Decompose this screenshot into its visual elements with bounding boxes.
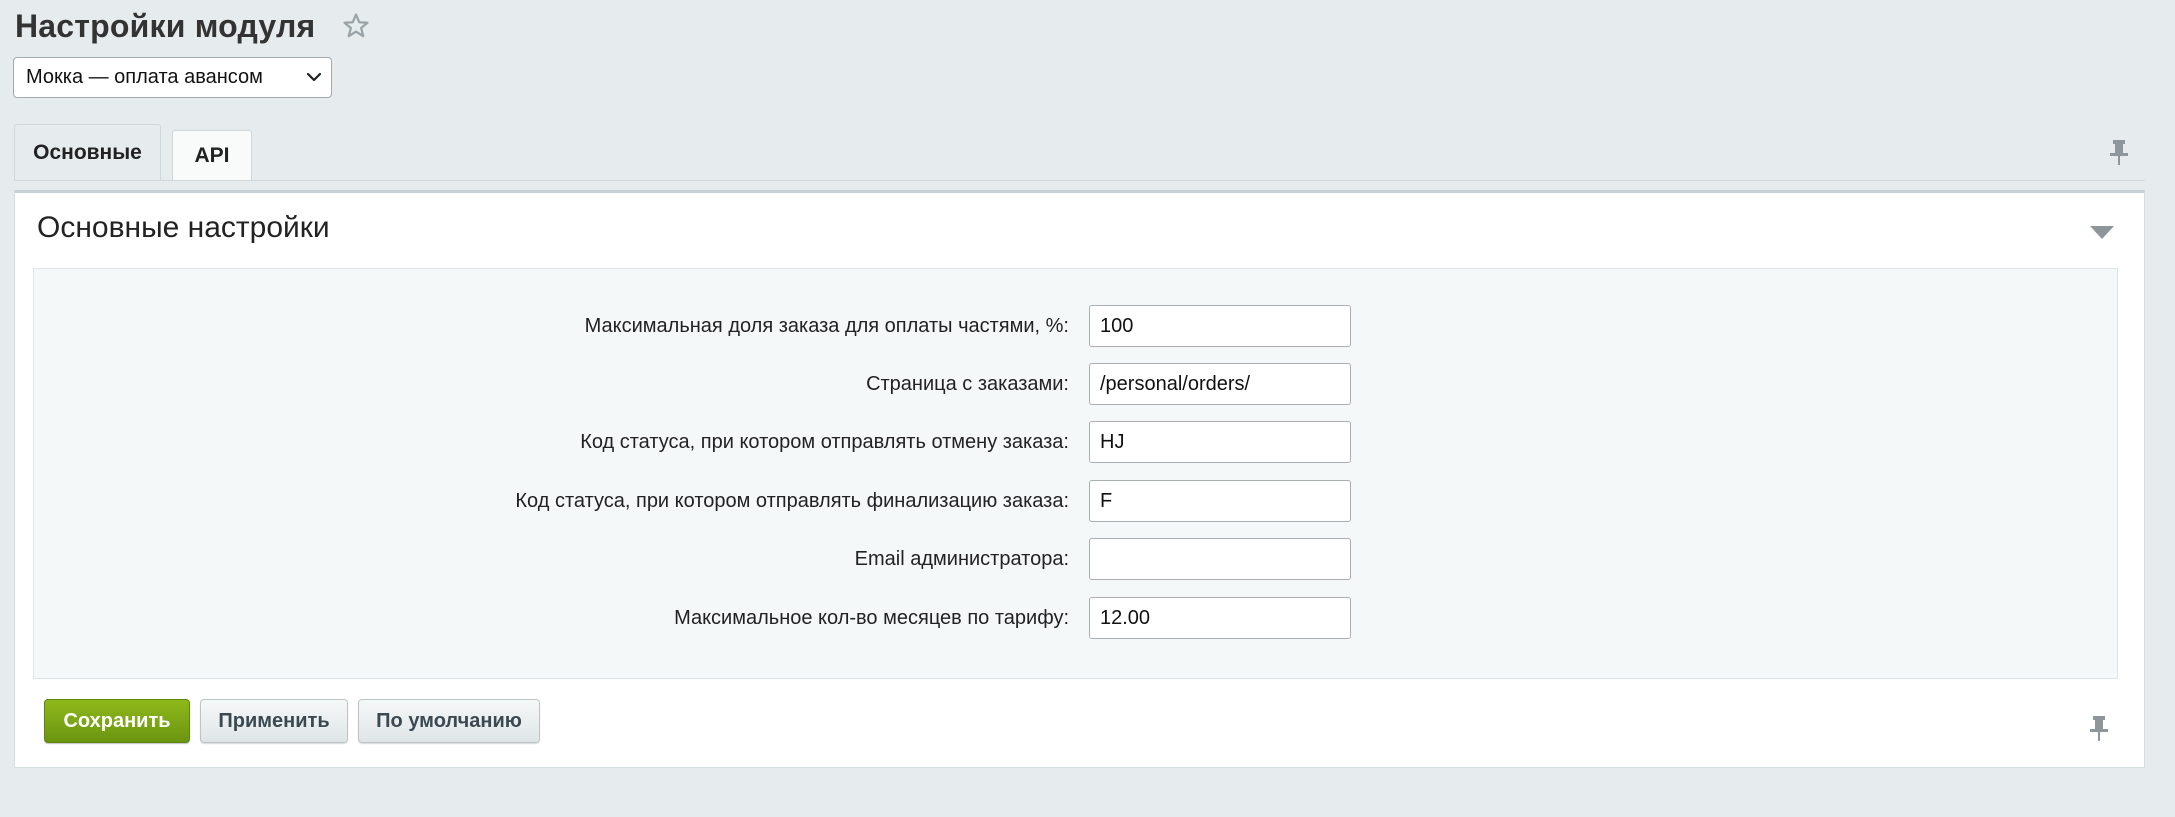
admin-email-input[interactable] [1089,538,1351,580]
star-icon[interactable] [341,11,371,41]
form-row-finalize-status: Код статуса, при котором отправлять фина… [34,480,2117,522]
max-months-input[interactable]: 12.00 [1089,597,1351,639]
chevron-down-icon [305,68,323,86]
tab-bar: Основные API [14,124,252,180]
save-button[interactable]: Сохранить [44,699,190,743]
page-header: Настройки модуля [15,2,371,50]
field-label: Email администратора: [854,548,1069,570]
tabs-divider [14,180,2145,181]
field-label: Максимальная доля заказа для оплаты част… [584,315,1069,337]
apply-button[interactable]: Применить [200,699,348,743]
form-row-cancel-status: Код статуса, при котором отправлять отме… [34,421,2117,463]
form-row-orders-page: Страница с заказами: /personal/orders/ [34,363,2117,405]
field-label: Страница с заказами: [866,373,1069,395]
pin-icon[interactable] [2108,138,2130,166]
cancel-status-input[interactable]: HJ [1089,421,1351,463]
form-row-max-months: Максимальное кол-во месяцев по тарифу: 1… [34,597,2117,639]
field-label: Максимальное кол-во месяцев по тарифу: [674,607,1069,629]
max-share-input[interactable]: 100 [1089,305,1351,347]
field-label: Код статуса, при котором отправлять отме… [580,431,1069,453]
form-area: Максимальная доля заказа для оплаты част… [33,268,2118,679]
pin-icon[interactable] [2088,714,2110,742]
page-title: Настройки модуля [15,7,316,44]
triangle-down-icon[interactable] [2088,223,2116,241]
section-title: Основные настройки [37,211,330,244]
module-select-value: Мокка — оплата авансом [26,66,263,88]
form-row-admin-email: Email администратора: [34,538,2117,580]
settings-panel: Основные настройки Максимальная доля зак… [14,190,2145,768]
tab-main[interactable]: Основные [14,124,161,180]
tab-api[interactable]: API [172,130,252,180]
finalize-status-input[interactable]: F [1089,480,1351,522]
field-label: Код статуса, при котором отправлять фина… [515,490,1069,512]
button-bar: Сохранить Применить По умолчанию [44,699,540,743]
form-row-max-share: Максимальная доля заказа для оплаты част… [34,305,2117,347]
orders-page-input[interactable]: /personal/orders/ [1089,363,1351,405]
module-select[interactable]: Мокка — оплата авансом [13,57,332,98]
default-button[interactable]: По умолчанию [358,699,540,743]
